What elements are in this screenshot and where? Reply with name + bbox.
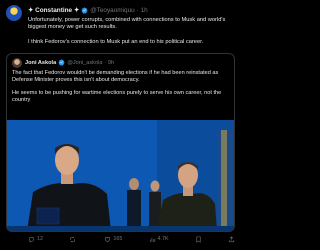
quoted-tweet-time[interactable]: · 9h bbox=[104, 60, 114, 66]
like-button[interactable]: 165 bbox=[104, 236, 122, 243]
reply-button[interactable]: 12 bbox=[28, 236, 43, 243]
tweet-header: ✦ Constantine ✦ @Teoyaomiquu · 1h bbox=[28, 4, 235, 16]
tweet-actions: 12 165 4.7K bbox=[28, 234, 235, 244]
quoted-tweet[interactable]: Joni Askola @Joni_askola · 9h The fact t… bbox=[6, 53, 235, 233]
quoted-author-handle[interactable]: @Joni_askola bbox=[67, 60, 102, 66]
bookmark-icon bbox=[196, 236, 201, 243]
view-count: 4.7K bbox=[157, 236, 169, 242]
tweet-text-paragraph-2: I think Fedorov's connection to Musk put… bbox=[28, 38, 204, 45]
quoted-author-avatar[interactable] bbox=[12, 57, 22, 68]
quoted-text-paragraph-1: The fact that Fedorov wouldn't be demand… bbox=[12, 70, 219, 84]
tweet-time[interactable]: · 1h bbox=[137, 7, 148, 14]
verified-icon bbox=[81, 6, 88, 14]
tweet[interactable]: ✦ Constantine ✦ @Teoyaomiquu · 1h Unfort… bbox=[0, 0, 241, 250]
quoted-text-paragraph-2: He seems to be pushing for wartime elect… bbox=[12, 90, 222, 104]
verified-icon bbox=[58, 59, 65, 66]
quoted-author-name[interactable]: Joni Askola bbox=[25, 60, 56, 66]
reply-count: 12 bbox=[37, 236, 43, 242]
quoted-tweet-text: The fact that Fedorov wouldn't be demand… bbox=[7, 68, 234, 104]
views-button[interactable]: 4.7K bbox=[149, 236, 169, 243]
like-count: 165 bbox=[113, 236, 123, 242]
share-button[interactable] bbox=[228, 235, 235, 243]
author-name[interactable]: ✦ Constantine ✦ bbox=[28, 6, 79, 14]
tweet-text-paragraph-1: Unfortunately, power corrupts, combined … bbox=[28, 17, 226, 31]
photo-scene bbox=[7, 120, 234, 232]
tweet-text: Unfortunately, power corrupts, combined … bbox=[28, 17, 235, 46]
analytics-icon bbox=[149, 237, 155, 242]
author-avatar[interactable] bbox=[6, 5, 22, 21]
retweet-button[interactable] bbox=[69, 236, 78, 243]
bookmark-button[interactable] bbox=[195, 236, 202, 243]
quoted-tweet-header: Joni Askola @Joni_askola · 9h bbox=[7, 54, 234, 68]
reply-icon bbox=[28, 236, 35, 243]
share-icon bbox=[228, 235, 235, 242]
author-handle[interactable]: @Teoyaomiquu bbox=[90, 7, 135, 14]
retweet-icon bbox=[70, 236, 76, 242]
quoted-tweet-photo[interactable] bbox=[7, 120, 234, 232]
heart-icon bbox=[105, 236, 111, 242]
